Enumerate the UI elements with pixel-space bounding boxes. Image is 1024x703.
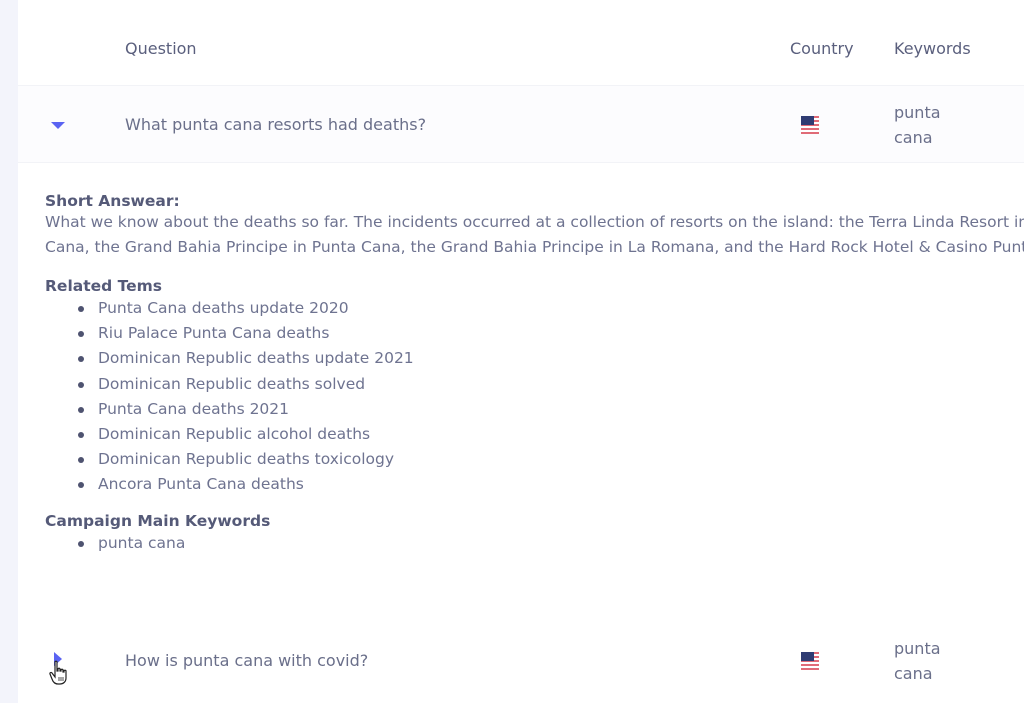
related-terms-list: Punta Cana deaths update 2020 Riu Palace… (78, 296, 1024, 498)
list-item: Punta Cana deaths 2021 (78, 397, 1024, 422)
bullet-icon (78, 356, 84, 363)
campaign-keywords-title: Campaign Main Keywords (45, 511, 271, 530)
keyword-line: cana (894, 128, 933, 147)
related-term: Punta Cana deaths update 2020 (98, 299, 349, 317)
short-answer-title: Short Answear: (45, 192, 180, 210)
bullet-icon (78, 540, 84, 547)
table-header: Question Country Keywords (18, 25, 1024, 75)
left-rail (0, 0, 18, 703)
bullet-icon (78, 306, 84, 312)
related-term: Dominican Republic deaths solved (98, 374, 366, 393)
short-answer-line: What we know about the deaths so far. Th… (45, 213, 1024, 231)
related-term: Ancora Punta Cana deaths (98, 475, 304, 494)
related-term: Dominican Republic deaths toxicology (98, 450, 395, 469)
list-item: Dominican Republic deaths update 2021 (78, 346, 1024, 371)
list-item: Riu Palace Punta Cana deaths (78, 321, 1024, 346)
related-term: Dominican Republic deaths update 2021 (98, 349, 414, 368)
list-item: Dominican Republic deaths solved (78, 372, 1024, 397)
table-row[interactable]: What punta cana resorts had deaths? punt… (18, 85, 1024, 163)
related-terms-title: Related Tems (45, 277, 163, 295)
question-text[interactable]: What punta cana resorts had deaths? (125, 115, 426, 134)
campaign-keyword: punta cana (98, 533, 186, 552)
campaign-keywords-list: punta cana (78, 531, 1024, 556)
us-flag-icon (801, 116, 819, 134)
questions-table: Question Country Keywords What punta can… (18, 0, 1024, 703)
keywords-cell: punta cana (894, 100, 974, 150)
column-header-question[interactable]: Question (125, 39, 197, 58)
keyword-line: punta (894, 639, 941, 658)
list-item: Ancora Punta Cana deaths (78, 472, 1024, 497)
list-item: Punta Cana deaths update 2020 (78, 296, 1024, 321)
bullet-icon (78, 482, 84, 489)
question-text[interactable]: How is punta cana with covid? (125, 651, 368, 670)
keyword-line: cana (894, 664, 933, 683)
keyword-line: punta (894, 103, 941, 122)
related-term: Riu Palace Punta Cana deaths (98, 324, 330, 343)
keywords-cell: punta cana (894, 636, 974, 686)
us-flag-icon (801, 652, 819, 670)
column-header-country[interactable]: Country (790, 39, 854, 58)
related-term: Punta Cana deaths 2021 (98, 399, 290, 418)
bullet-icon (78, 331, 84, 338)
related-term: Dominican Republic alcohol deaths (98, 425, 371, 444)
bullet-icon (78, 381, 84, 388)
list-item: Dominican Republic alcohol deaths (78, 422, 1024, 447)
bullet-icon (78, 432, 84, 439)
table-row[interactable]: How is punta cana with covid? punta cana (18, 622, 1024, 700)
list-item: Dominican Republic deaths toxicology (78, 447, 1024, 472)
list-item: punta cana (78, 531, 1024, 556)
bullet-icon (78, 457, 84, 464)
short-answer-line: Cana, the Grand Bahia Principe in Punta … (45, 238, 1024, 256)
column-header-keywords[interactable]: Keywords (894, 39, 971, 58)
expand-toggle[interactable] (50, 118, 66, 132)
caret-down-icon (51, 122, 65, 129)
hand-pointer-cursor-icon (49, 660, 67, 685)
bullet-icon (78, 406, 84, 413)
row-detail-panel: Short Answear: What we know about the de… (45, 192, 1024, 556)
